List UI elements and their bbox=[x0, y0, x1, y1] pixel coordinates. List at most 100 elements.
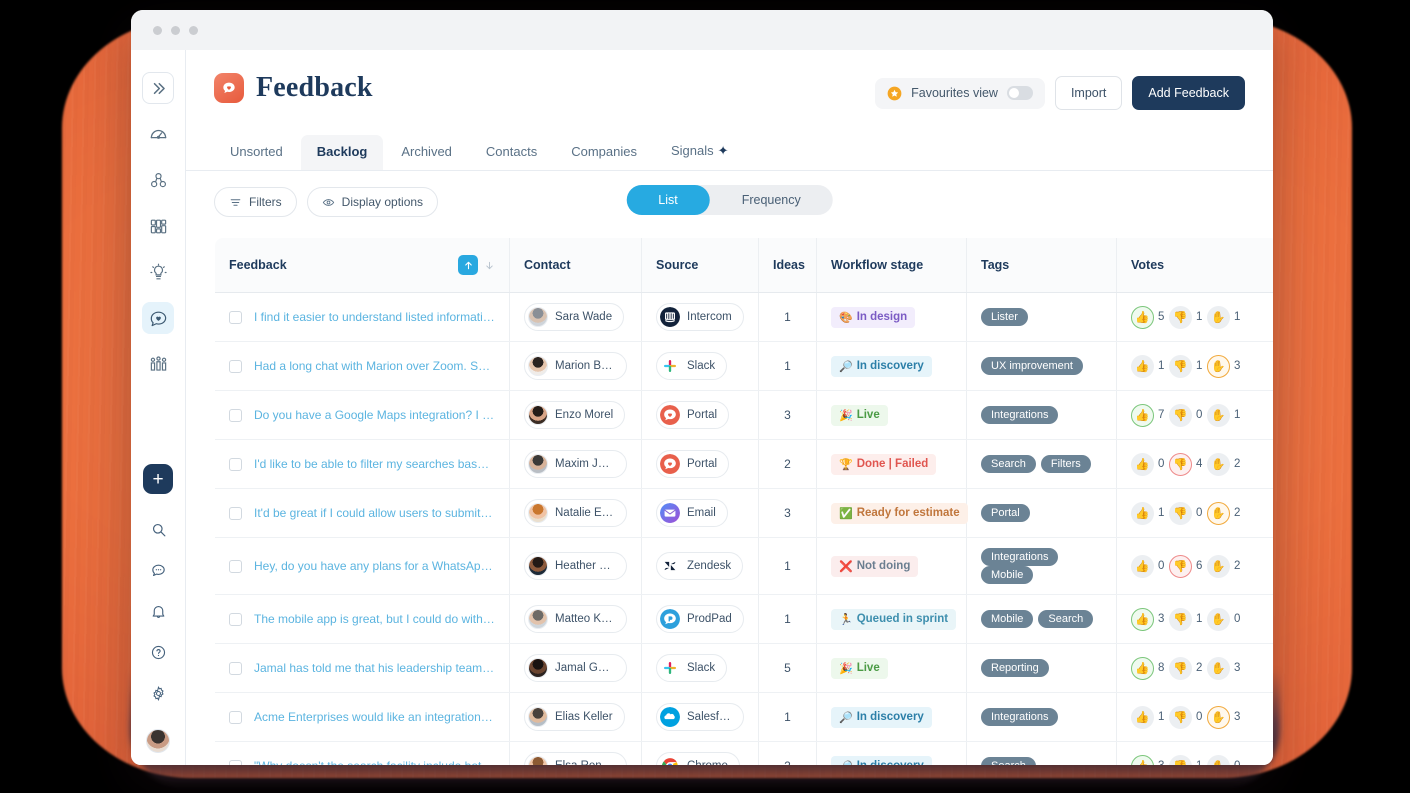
tag-pill[interactable]: Portal bbox=[981, 504, 1030, 522]
filters-button[interactable]: Filters bbox=[214, 187, 297, 217]
tag-pill[interactable]: Integrations bbox=[981, 708, 1059, 726]
import-button[interactable]: Import bbox=[1054, 76, 1123, 110]
contact-pill[interactable]: Elsa Renault bbox=[524, 752, 627, 765]
vote-raised-hand[interactable]: ✋ 3 bbox=[1207, 656, 1241, 680]
contact-pill[interactable]: Maxim Jansen bbox=[524, 450, 627, 478]
feedback-link[interactable]: Hey, do you have any plans for a WhatsAp… bbox=[254, 559, 495, 573]
tag-pill[interactable]: Mobile bbox=[981, 566, 1034, 584]
vote-raised-hand[interactable]: ✋ 2 bbox=[1207, 452, 1241, 476]
vote-raised-hand[interactable]: ✋ 2 bbox=[1207, 501, 1241, 525]
row-select-checkbox[interactable] bbox=[229, 310, 242, 324]
workflow-stage-badge[interactable]: ❌ Not doing bbox=[831, 555, 919, 577]
source-pill[interactable]: Email bbox=[656, 499, 728, 527]
tab-unsorted[interactable]: Unsorted bbox=[214, 135, 299, 170]
tab-contacts[interactable]: Contacts bbox=[470, 135, 553, 170]
feedback-link[interactable]: Had a long chat with Marion over Zoom. S… bbox=[254, 359, 495, 373]
source-pill[interactable]: Salesforce bbox=[656, 703, 744, 731]
row-select-checkbox[interactable] bbox=[229, 612, 242, 626]
tag-pill[interactable]: UX improvement bbox=[981, 357, 1083, 375]
vote-thumbs-down[interactable]: 👎 1 bbox=[1169, 754, 1203, 765]
feedback-link[interactable]: I'd like to be able to filter my searche… bbox=[254, 457, 495, 471]
window-minimize-dot[interactable] bbox=[171, 25, 180, 35]
window-close-dot[interactable] bbox=[153, 25, 162, 35]
workflow-stage-badge[interactable]: 🔎 In discovery bbox=[831, 755, 932, 765]
vote-raised-hand[interactable]: ✋ 3 bbox=[1207, 705, 1241, 729]
table-row[interactable]: Jamal has told me that his leadership te… bbox=[215, 643, 1273, 693]
add-feedback-button[interactable]: Add Feedback bbox=[1132, 76, 1245, 110]
source-pill[interactable]: Slack bbox=[656, 654, 728, 682]
table-row[interactable]: Do you have a Google Maps integration? I… bbox=[215, 390, 1273, 440]
feedback-link[interactable]: It'd be great if I could allow users to … bbox=[254, 506, 495, 520]
workflow-stage-badge[interactable]: 🎉 Live bbox=[831, 404, 888, 426]
source-pill[interactable]: Intercom bbox=[656, 303, 744, 331]
vote-raised-hand[interactable]: ✋ 2 bbox=[1207, 554, 1241, 578]
sidebar-messages-button[interactable] bbox=[143, 555, 173, 585]
vote-thumbs-up[interactable]: 👍 1 bbox=[1131, 705, 1165, 729]
vote-thumbs-up[interactable]: 👍 5 bbox=[1131, 305, 1165, 329]
contact-pill[interactable]: Sara Wade bbox=[524, 303, 625, 331]
sidebar-item-feedback[interactable] bbox=[142, 302, 174, 334]
feedback-link[interactable]: Do you have a Google Maps integration? I… bbox=[254, 408, 495, 422]
tab-backlog[interactable]: Backlog bbox=[300, 135, 384, 170]
contact-pill[interactable]: Marion Baker bbox=[524, 352, 627, 380]
source-pill[interactable]: Portal bbox=[656, 450, 730, 478]
vote-thumbs-down[interactable]: 👎 6 bbox=[1169, 554, 1203, 578]
window-maximize-dot[interactable] bbox=[189, 25, 198, 35]
table-row[interactable]: Hey, do you have any plans for a WhatsAp… bbox=[215, 537, 1273, 595]
contact-pill[interactable]: Elias Keller bbox=[524, 703, 625, 731]
sort-ascending-button[interactable] bbox=[458, 255, 478, 275]
vote-thumbs-up[interactable]: 👍 0 bbox=[1131, 452, 1165, 476]
tab-archived[interactable]: Archived bbox=[385, 135, 468, 170]
sidebar-notifications-button[interactable] bbox=[143, 596, 173, 626]
vote-thumbs-up[interactable]: 👍 3 bbox=[1131, 754, 1165, 765]
table-row[interactable]: Had a long chat with Marion over Zoom. S… bbox=[215, 341, 1273, 391]
vote-thumbs-down[interactable]: 👎 0 bbox=[1169, 403, 1203, 427]
row-select-checkbox[interactable] bbox=[229, 457, 242, 471]
contact-pill[interactable]: Matteo Klein bbox=[524, 605, 627, 633]
source-pill[interactable]: Zendesk bbox=[656, 552, 744, 580]
sidebar-item-objectives[interactable] bbox=[142, 164, 174, 196]
table-row[interactable]: I find it easier to understand listed in… bbox=[215, 292, 1273, 342]
tag-pill[interactable]: Filters bbox=[1040, 455, 1091, 473]
vote-thumbs-down[interactable]: 👎 1 bbox=[1169, 354, 1203, 378]
row-select-checkbox[interactable] bbox=[229, 759, 242, 765]
feedback-link[interactable]: The mobile app is great, but I could do … bbox=[254, 612, 495, 626]
table-row[interactable]: Acme Enterprises would like an integrati… bbox=[215, 692, 1273, 742]
display-options-button[interactable]: Display options bbox=[306, 187, 439, 217]
add-new-button[interactable]: + bbox=[143, 464, 173, 494]
feedback-link[interactable]: "Why doesn't the search facility include… bbox=[254, 759, 495, 765]
sidebar-settings-button[interactable] bbox=[143, 678, 173, 708]
vote-raised-hand[interactable]: ✋ 1 bbox=[1207, 305, 1241, 329]
row-select-checkbox[interactable] bbox=[229, 506, 242, 520]
table-row[interactable]: "Why doesn't the search facility include… bbox=[215, 741, 1273, 765]
workflow-stage-badge[interactable]: 🔎 In discovery bbox=[831, 706, 932, 728]
workflow-stage-badge[interactable]: ✅ Ready for estimate bbox=[831, 502, 968, 524]
tag-pill[interactable]: Reporting bbox=[981, 659, 1049, 677]
table-row[interactable]: I'd like to be able to filter my searche… bbox=[215, 439, 1273, 489]
vote-thumbs-down[interactable]: 👎 0 bbox=[1169, 705, 1203, 729]
vote-raised-hand[interactable]: ✋ 1 bbox=[1207, 403, 1241, 427]
contact-pill[interactable]: Natalie Egger bbox=[524, 499, 627, 527]
favourites-view-toggle[interactable]: Favourites view bbox=[875, 77, 1045, 109]
workflow-stage-badge[interactable]: 🏃 Queued in sprint bbox=[831, 608, 957, 630]
contact-pill[interactable]: Heather Curtis bbox=[524, 552, 627, 580]
row-select-checkbox[interactable] bbox=[229, 710, 242, 724]
workflow-stage-badge[interactable]: 🎨 In design bbox=[831, 306, 916, 328]
vote-thumbs-up[interactable]: 👍 7 bbox=[1131, 403, 1165, 427]
vote-raised-hand[interactable]: ✋ 0 bbox=[1207, 607, 1241, 631]
vote-raised-hand[interactable]: ✋ 3 bbox=[1207, 354, 1241, 378]
feedback-link[interactable]: Jamal has told me that his leadership te… bbox=[254, 661, 495, 675]
sidebar-collapse-toggle[interactable] bbox=[142, 72, 174, 104]
vote-thumbs-down[interactable]: 👎 0 bbox=[1169, 501, 1203, 525]
workflow-stage-badge[interactable]: 🎉 Live bbox=[831, 657, 888, 679]
vote-thumbs-down[interactable]: 👎 2 bbox=[1169, 656, 1203, 680]
row-select-checkbox[interactable] bbox=[229, 559, 242, 573]
sort-descending-button[interactable] bbox=[484, 260, 495, 271]
feedback-link[interactable]: Acme Enterprises would like an integrati… bbox=[254, 710, 495, 724]
source-pill[interactable]: Portal bbox=[656, 401, 730, 429]
vote-thumbs-up[interactable]: 👍 8 bbox=[1131, 656, 1165, 680]
workflow-stage-badge[interactable]: 🏆 Done | Failed bbox=[831, 453, 937, 475]
row-select-checkbox[interactable] bbox=[229, 359, 242, 373]
contact-pill[interactable]: Jamal Guerin bbox=[524, 654, 627, 682]
vote-thumbs-up[interactable]: 👍 3 bbox=[1131, 607, 1165, 631]
